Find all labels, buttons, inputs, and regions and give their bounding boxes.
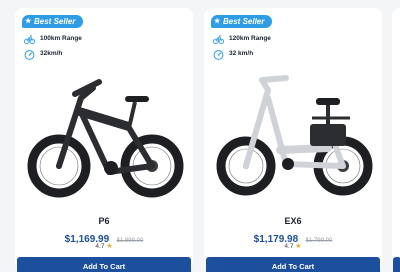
rating: 4.7 ★ (284, 243, 302, 250)
product-card-partial[interactable] (392, 8, 400, 272)
add-to-cart-button[interactable]: Add To Cart (17, 257, 191, 272)
product-image-p6[interactable] (27, 68, 185, 200)
best-seller-badge: ★ Best Seller (211, 15, 273, 28)
rating: 4.7 ★ (95, 243, 113, 250)
bicycle-icon (24, 34, 35, 44)
speedometer-icon (213, 49, 224, 60)
best-seller-badge: ★ Best Seller (22, 15, 84, 28)
spec-range: 100km Range (24, 33, 82, 45)
spec-speed: 32 km/h (213, 48, 253, 60)
star-icon: ★ (25, 18, 32, 25)
rating-star-icon: ★ (295, 243, 302, 250)
product-name[interactable]: EX6 (204, 216, 382, 226)
rating-star-icon: ★ (106, 243, 113, 250)
product-card-p6[interactable]: ★ Best Seller 100km Range 32km/h P6 $1,1… (15, 8, 193, 272)
spec-speed: 32km/h (24, 48, 62, 60)
add-to-cart-button[interactable]: Add To Cart (206, 257, 380, 272)
product-card-ex6[interactable]: ★ Best Seller 120km Range 32 km/h EX6 $1… (204, 8, 382, 272)
product-carousel: ★ Best Seller 100km Range 32km/h P6 $1,1… (0, 0, 400, 272)
speedometer-icon (24, 49, 35, 60)
bicycle-icon (213, 34, 224, 44)
add-to-cart-button-partial[interactable] (393, 257, 400, 272)
star-icon: ★ (214, 18, 221, 25)
spec-range: 120km Range (213, 33, 271, 45)
product-image-ex6[interactable] (216, 68, 374, 200)
product-name[interactable]: P6 (15, 216, 193, 226)
